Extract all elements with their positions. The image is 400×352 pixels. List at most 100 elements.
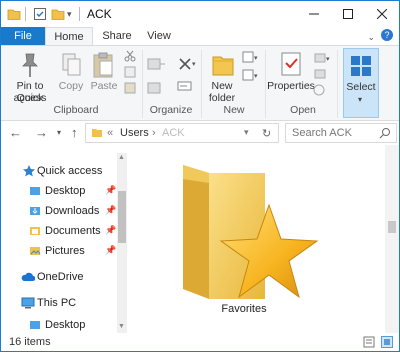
minimize-icon xyxy=(309,13,319,15)
maximize-button[interactable] xyxy=(331,1,365,27)
nav-desktop[interactable]: Desktop xyxy=(45,182,85,200)
copy-path-icon[interactable] xyxy=(124,66,136,81)
close-button[interactable] xyxy=(365,1,399,27)
easy-access-icon[interactable]: ▾ xyxy=(241,68,259,85)
expand-ribbon-icon[interactable]: ⌄ xyxy=(367,32,375,43)
pictures-folder-icon xyxy=(30,247,41,255)
new-folder-button-2[interactable]: folder xyxy=(205,92,239,104)
history-icon[interactable] xyxy=(313,84,327,99)
window-title: ACK xyxy=(87,7,112,21)
nav-documents[interactable]: Documents xyxy=(45,222,101,240)
address-dropdown-icon[interactable]: ▾ xyxy=(244,127,249,138)
navigation-pane: Quick access Desktop 📌 Downloads 📌 Docum… xyxy=(1,153,129,333)
new-folder-icon[interactable] xyxy=(211,50,235,81)
group-organize-label: Organize xyxy=(149,104,193,116)
properties-quick-icon[interactable] xyxy=(33,7,47,21)
tab-home[interactable]: Home xyxy=(45,27,93,46)
paste-icon[interactable] xyxy=(92,51,116,82)
open-icon[interactable]: ▾ xyxy=(313,52,333,67)
folder-icon xyxy=(92,129,102,137)
svg-text:▾: ▾ xyxy=(254,55,258,62)
ribbon: Pin to Quick access Copy Paste Clipboard xyxy=(1,45,399,121)
rename-icon[interactable] xyxy=(177,78,193,97)
star-icon xyxy=(23,165,35,177)
scroll-up-icon[interactable]: ▲ xyxy=(118,154,125,161)
new-folder-button[interactable]: New xyxy=(205,80,239,92)
copy-icon[interactable] xyxy=(61,52,83,81)
favorites-label: Favorites xyxy=(221,303,267,315)
select-button[interactable]: Select ▾ xyxy=(343,48,379,118)
group-new-label: New xyxy=(223,104,245,116)
new-item-icon[interactable]: ▾ xyxy=(241,50,259,67)
minimize-button[interactable] xyxy=(297,1,331,27)
customize-dropdown-icon[interactable]: ▾ xyxy=(67,9,72,23)
move-to-icon[interactable] xyxy=(147,56,167,75)
group-clipboard-label: Clipboard xyxy=(53,104,99,116)
svg-text:▾: ▾ xyxy=(192,61,196,68)
group-open-label: Open xyxy=(290,104,316,116)
nav-pane-scroll-thumb[interactable] xyxy=(118,191,126,243)
delete-icon[interactable]: ▾ xyxy=(177,56,197,75)
large-icons-view-icon[interactable] xyxy=(381,336,393,348)
properties-icon[interactable] xyxy=(279,50,303,81)
search-input[interactable]: Search ACK xyxy=(285,123,397,143)
nav-this-pc[interactable]: This PC xyxy=(37,294,76,312)
address-bar[interactable]: « Users › ACK ▾ ↻ xyxy=(85,123,279,143)
tab-file[interactable]: File xyxy=(1,27,45,45)
nav-downloads[interactable]: Downloads xyxy=(45,202,99,220)
pin-icon[interactable] xyxy=(17,52,43,83)
breadcrumb-overflow[interactable]: « xyxy=(107,127,113,139)
favorites-item[interactable]: Favorites xyxy=(169,151,319,319)
pin-icon: 📌 xyxy=(105,225,117,235)
pin-to-quick-access-label-2[interactable]: access xyxy=(3,92,57,104)
search-icon xyxy=(379,128,390,139)
recent-locations-icon[interactable]: ▾ xyxy=(57,128,61,137)
desktop-folder-icon xyxy=(30,321,40,329)
up-icon[interactable]: ↑ xyxy=(71,125,78,140)
downloads-folder-icon xyxy=(30,207,40,215)
desktop-folder-icon xyxy=(30,187,40,195)
refresh-icon[interactable]: ↻ xyxy=(262,127,271,140)
cut-icon[interactable] xyxy=(124,50,136,65)
tab-share[interactable]: Share xyxy=(97,27,137,45)
this-pc-icon xyxy=(21,297,35,309)
nav-pc-desktop[interactable]: Desktop xyxy=(45,316,85,334)
new-folder-quick-icon[interactable] xyxy=(51,7,65,21)
select-label: Select xyxy=(346,81,376,93)
favorites-folder-icon xyxy=(183,165,319,299)
help-icon[interactable]: ? xyxy=(381,29,393,41)
documents-folder-icon xyxy=(30,227,40,235)
copy-button[interactable]: Copy xyxy=(57,80,85,92)
search-placeholder: Search ACK xyxy=(292,127,352,139)
maximize-icon xyxy=(343,9,353,19)
pin-icon: 📌 xyxy=(105,185,117,195)
navigation-bar: ← → ▾ ↑ « Users › ACK ▾ ↻ Search ACK xyxy=(1,121,399,145)
pin-icon: 📌 xyxy=(105,245,117,255)
nav-onedrive[interactable]: OneDrive xyxy=(37,268,83,286)
properties-button[interactable]: Properties xyxy=(267,80,315,92)
copy-to-icon[interactable] xyxy=(147,80,167,99)
select-all-icon xyxy=(351,56,371,76)
forward-icon[interactable]: → xyxy=(35,125,48,140)
paste-button[interactable]: Paste xyxy=(89,80,119,92)
breadcrumb-separator-icon: › xyxy=(152,127,156,139)
nav-pictures[interactable]: Pictures xyxy=(45,242,85,260)
group-divider xyxy=(142,50,143,118)
pin-icon: 📌 xyxy=(105,205,117,215)
tab-view[interactable]: View xyxy=(139,27,179,45)
nav-quick-access[interactable]: Quick access xyxy=(37,162,102,180)
edit-icon[interactable] xyxy=(313,68,327,83)
group-divider xyxy=(201,50,202,118)
explorer-window: ▾ ACK File Home Share View ⌄ ? Pin to Qu… xyxy=(0,0,400,352)
content-scroll-thumb[interactable] xyxy=(388,221,396,233)
scroll-down-icon[interactable]: ▼ xyxy=(118,323,125,330)
back-icon[interactable]: ← xyxy=(9,125,22,140)
paste-shortcut-icon[interactable] xyxy=(124,82,136,97)
status-bar: 16 items xyxy=(1,333,399,351)
breadcrumb-users[interactable]: Users xyxy=(120,127,149,139)
nav-pane-scrollbar[interactable] xyxy=(117,153,127,333)
details-view-icon[interactable] xyxy=(363,336,375,348)
svg-text:▾: ▾ xyxy=(326,56,330,63)
content-scrollbar[interactable] xyxy=(385,145,399,333)
breadcrumb-ack[interactable]: ACK xyxy=(162,127,185,139)
